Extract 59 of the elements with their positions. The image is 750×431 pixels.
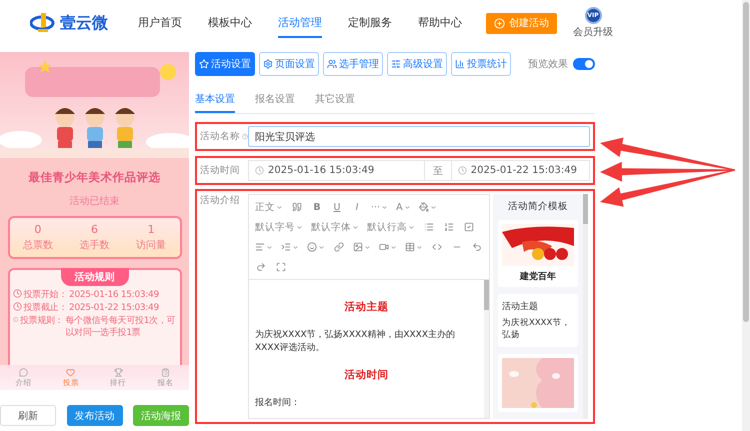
nav-item[interactable]: 定制服务 — [348, 8, 392, 38]
nav-item[interactable]: 帮助中心 — [418, 8, 462, 38]
field-label: 活动时间 — [200, 164, 240, 177]
stat-value: 6 — [91, 223, 98, 236]
name-field[interactable]: 阳光宝贝评选 — [248, 126, 590, 147]
settings-tab[interactable]: 报名设置 — [255, 87, 295, 113]
toolbar-dropdown[interactable]: 默认字号 — [252, 217, 306, 237]
rich-text-editor[interactable]: 正文 B U I ··· A 默认字号 默认字体 默认行高 活动主题 为庆祝XXXX节，弘扬XXXX精神，由XXXX主办的XXXX评选活动。 活动时间 报名时间： — [248, 194, 490, 419]
stat-label: 选手数 — [80, 238, 110, 252]
rules-title: 活动规则 — [60, 268, 128, 286]
template-card[interactable]: 建党百年 — [498, 220, 578, 287]
field-label: 活动介绍 — [200, 194, 240, 207]
toolbar-dropdown[interactable]: 默认字体 — [308, 217, 362, 237]
action-button[interactable]: 活动海报 — [133, 405, 189, 426]
section-button[interactable]: 投票统计 — [451, 52, 511, 76]
content-paragraph: 为庆祝XXXX节，弘扬XXXX精神，由XXXX主办的XXXX评选活动。 — [255, 328, 456, 354]
stat-label: 总票数 — [22, 238, 53, 252]
activity-status: 活动已结束 — [70, 194, 120, 208]
stat-label: 访问量 — [136, 238, 166, 252]
section-button[interactable]: 活动设置 — [195, 52, 255, 76]
section-button[interactable]: 页面设置 — [259, 52, 319, 76]
toolbar-dropdown[interactable]: 正文 — [252, 197, 286, 217]
section-button[interactable]: 选手管理 — [323, 52, 383, 76]
format-toggle[interactable]: B — [308, 197, 326, 217]
settings-tab[interactable]: 其它设置 — [315, 87, 355, 113]
template-panel-title: 活动简介模板 — [508, 200, 568, 213]
toolbar-dropdown[interactable]: ··· — [368, 197, 392, 217]
action-button[interactable]: 发布活动 — [66, 405, 122, 426]
format-toggle[interactable]: I — [348, 197, 366, 217]
nav-item[interactable]: 用户首页 — [138, 8, 182, 38]
nav-item[interactable]: 模板中心 — [208, 8, 252, 38]
rule-label: 投票截止： — [24, 302, 68, 314]
brand-name: 壹云微 — [60, 12, 108, 34]
field-label: 活动名称 — [200, 130, 240, 143]
activity-subtitle: 最佳青少年美术作品评选 — [28, 170, 160, 185]
rule-label: 投票规则： — [20, 315, 64, 327]
toolbar-dropdown[interactable]: A — [393, 197, 414, 217]
section-button[interactable]: 高级设置 — [387, 52, 447, 76]
rule-value: 2025-01-22 15:03:49 — [69, 302, 159, 314]
format-toggle[interactable]: U — [328, 197, 346, 217]
rule-label: 投票开始： — [24, 289, 68, 301]
content-heading: 活动时间 — [344, 368, 390, 382]
action-button[interactable]: 刷新 — [0, 405, 56, 426]
template-caption: 建党百年 — [518, 270, 557, 283]
template-heading: 活动主题 — [502, 300, 539, 313]
stat-value: 0 — [34, 223, 42, 236]
upgrade-link[interactable]: 会员升级 — [573, 25, 613, 39]
toolbar-dropdown[interactable]: 默认行高 — [364, 217, 418, 237]
rule-value: 每个微信号每天可投1次，可以对同一选手投1票 — [65, 315, 176, 339]
content-paragraph: 报名时间： — [255, 396, 301, 409]
rule-value: 2025-01-16 15:03:49 — [69, 289, 159, 301]
settings-tab[interactable]: 基本设置 — [195, 87, 235, 113]
content-heading: 活动主题 — [344, 300, 390, 314]
create-activity-button[interactable]: 创建活动 — [486, 12, 557, 34]
stat-value: 1 — [148, 223, 155, 236]
nav-item[interactable]: 活动管理 — [278, 8, 322, 38]
template-card[interactable]: 活动主题 为庆祝XXXX节，弘扬 — [498, 294, 578, 347]
toggle-label: 预览效果 — [528, 58, 568, 71]
template-text: 为庆祝XXXX节，弘扬 — [502, 317, 572, 341]
